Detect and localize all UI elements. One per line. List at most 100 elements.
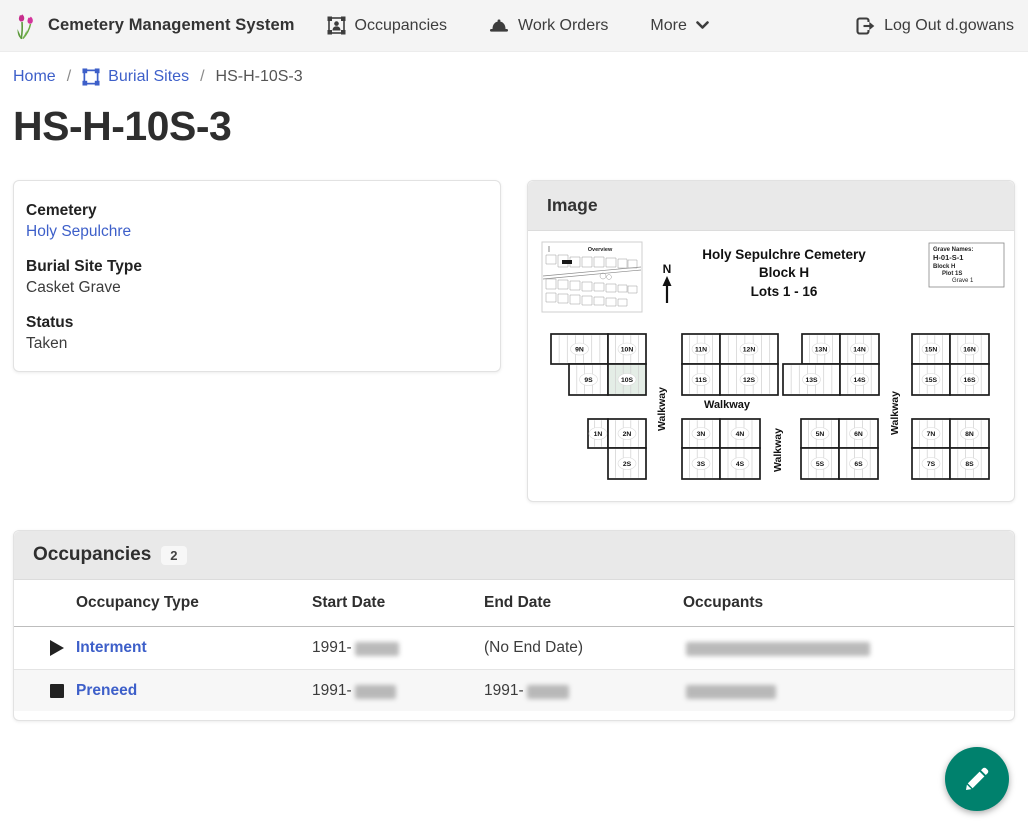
map-plot-2n: 2N	[608, 419, 646, 448]
nav-item-more[interactable]: More	[650, 17, 708, 35]
main-nav: Occupancies Work Orders More	[327, 16, 709, 35]
svg-text:13N: 13N	[815, 346, 828, 353]
map-plot-15n: 15N	[912, 334, 950, 364]
svg-text:10S: 10S	[621, 377, 634, 384]
map-plot-14s: 14S	[840, 364, 879, 395]
svg-text:4N: 4N	[736, 431, 745, 438]
overview-inset: Overview	[542, 242, 642, 312]
svg-text:14N: 14N	[853, 346, 866, 353]
map-plot-7s: 7S	[912, 448, 950, 479]
cell-text: 1991-	[312, 682, 352, 699]
plots-layer: 9N 10N 9S 10S 11N 12N 11S 12S 13N 14N 13S 14S 15N 16N…	[551, 334, 989, 479]
nav-item-work-orders[interactable]: Work Orders	[489, 17, 608, 35]
svg-text:9N: 9N	[575, 346, 584, 353]
map-plot-16n: 16N	[950, 334, 989, 364]
map-plot-16s: 16S	[950, 364, 989, 395]
log-out-button[interactable]: Log Out d.gowans	[856, 17, 1014, 35]
walkway-label-horizontal: Walkway	[704, 399, 751, 411]
legend-line: Block H	[933, 264, 955, 270]
map-plot-6n: 6N	[839, 419, 878, 448]
occupancy-type-link[interactable]: Preneed	[76, 682, 137, 699]
svg-text:16S: 16S	[963, 377, 976, 384]
field-label-cemetery: Cemetery	[26, 202, 488, 220]
occupancies-card-header: Occupancies 2	[14, 531, 1014, 580]
burial-site-details-card: Cemetery Holy Sepulchre Burial Site Type…	[13, 180, 501, 372]
log-out-label: Log Out d.gowans	[884, 17, 1014, 35]
map-plot-9s: 9S	[569, 364, 608, 395]
edit-fab-button[interactable]	[945, 747, 1009, 811]
svg-text:12N: 12N	[743, 346, 756, 353]
map-plot-3n: 3N	[682, 419, 720, 448]
svg-text:8S: 8S	[965, 461, 974, 468]
svg-text:3N: 3N	[697, 431, 706, 438]
page-title: HS-H-10S-3	[13, 103, 1015, 150]
cemetery-link[interactable]: Holy Sepulchre	[26, 223, 131, 240]
pencil-icon	[963, 765, 991, 793]
svg-text:13S: 13S	[805, 377, 818, 384]
stop-icon	[50, 684, 64, 698]
legend-line: Grave 1	[952, 278, 974, 284]
tulip-logo-icon	[14, 11, 39, 41]
breadcrumb-burial-sites-link[interactable]: Burial Sites	[82, 68, 189, 86]
legend-line: H-01-S-1	[933, 253, 963, 262]
redacted-text	[355, 685, 396, 699]
svg-text:14S: 14S	[853, 377, 866, 384]
svg-text:11N: 11N	[695, 346, 707, 353]
field-value-status: Taken	[26, 335, 488, 353]
grave-names-legend: Grave Names: H-01-S-1 Block H Plot 1S Gr…	[929, 243, 1004, 287]
map-plot-10n: 10N	[608, 334, 646, 364]
map-plot-13s: 13S	[783, 364, 840, 395]
map-plot-11n: 11N	[682, 334, 720, 364]
map-plot-8n: 8N	[950, 419, 989, 448]
map-plot-1n: 1N	[588, 419, 608, 448]
redacted-text	[686, 685, 776, 699]
svg-text:7S: 7S	[927, 461, 936, 468]
occupancies-count-badge: 2	[161, 546, 186, 565]
chevron-down-icon	[696, 21, 709, 30]
redacted-text	[527, 685, 569, 699]
walkway-label-vertical: Walkway	[656, 387, 668, 431]
app-brand[interactable]: Cemetery Management System	[14, 11, 295, 41]
map-plot-7n: 7N	[912, 419, 950, 448]
map-plot-15s: 15S	[912, 364, 950, 395]
cell-text: (No End Date)	[484, 639, 583, 656]
svg-text:16N: 16N	[963, 346, 976, 353]
breadcrumb-separator: /	[200, 68, 204, 86]
svg-text:6N: 6N	[854, 431, 863, 438]
svg-text:5S: 5S	[816, 461, 825, 468]
occupancies-title: Occupancies	[33, 544, 151, 566]
top-navbar: Cemetery Management System Occupancies W…	[0, 0, 1028, 52]
svg-text:6S: 6S	[854, 461, 863, 468]
svg-text:10N: 10N	[621, 346, 634, 353]
cemetery-map-image: Overview N	[528, 231, 1014, 501]
occupancies-table-header: Occupancy Type Start Date End Date Occup…	[14, 580, 1014, 627]
occupancies-card: Occupancies 2 Occupancy Type Start Date …	[13, 530, 1015, 721]
occupancy-type-link[interactable]: Interment	[76, 639, 147, 656]
map-title-line: Block H	[759, 265, 809, 280]
map-plot-6s: 6S	[839, 448, 878, 479]
occupancies-table-body: Interment1991-(No End Date)Preneed1991-1…	[14, 627, 1014, 720]
field-label-burial-site-type: Burial Site Type	[26, 258, 488, 276]
overview-label: Overview	[588, 247, 613, 253]
nav-item-occupancies[interactable]: Occupancies	[327, 16, 448, 35]
svg-text:12S: 12S	[743, 377, 756, 384]
col-end-date: End Date	[484, 594, 683, 612]
map-plot-11s: 11S	[682, 364, 720, 395]
col-occupants: Occupants	[683, 594, 1014, 612]
walkway-label-vertical: Walkway	[889, 391, 901, 435]
app-title: Cemetery Management System	[48, 16, 295, 35]
map-plot-2s: 2S	[608, 448, 646, 479]
burial-sites-icon	[82, 68, 100, 86]
breadcrumb-home-link[interactable]: Home	[13, 68, 56, 86]
compass-label: N	[663, 262, 672, 276]
breadcrumb-label: Burial Sites	[108, 68, 189, 86]
map-title-line: Holy Sepulchre Cemetery	[702, 247, 866, 262]
cell-text: 1991-	[484, 682, 524, 699]
svg-text:2N: 2N	[623, 431, 632, 438]
map-plot-9n: 9N	[551, 334, 608, 364]
map-plot-4s: 4S	[720, 448, 760, 479]
compass-north: N	[663, 262, 672, 303]
map-plot-4n: 4N	[720, 419, 760, 448]
map-plot-10s: 10S	[608, 364, 646, 395]
map-title: Holy Sepulchre Cemetery Block H Lots 1 -…	[702, 247, 866, 299]
